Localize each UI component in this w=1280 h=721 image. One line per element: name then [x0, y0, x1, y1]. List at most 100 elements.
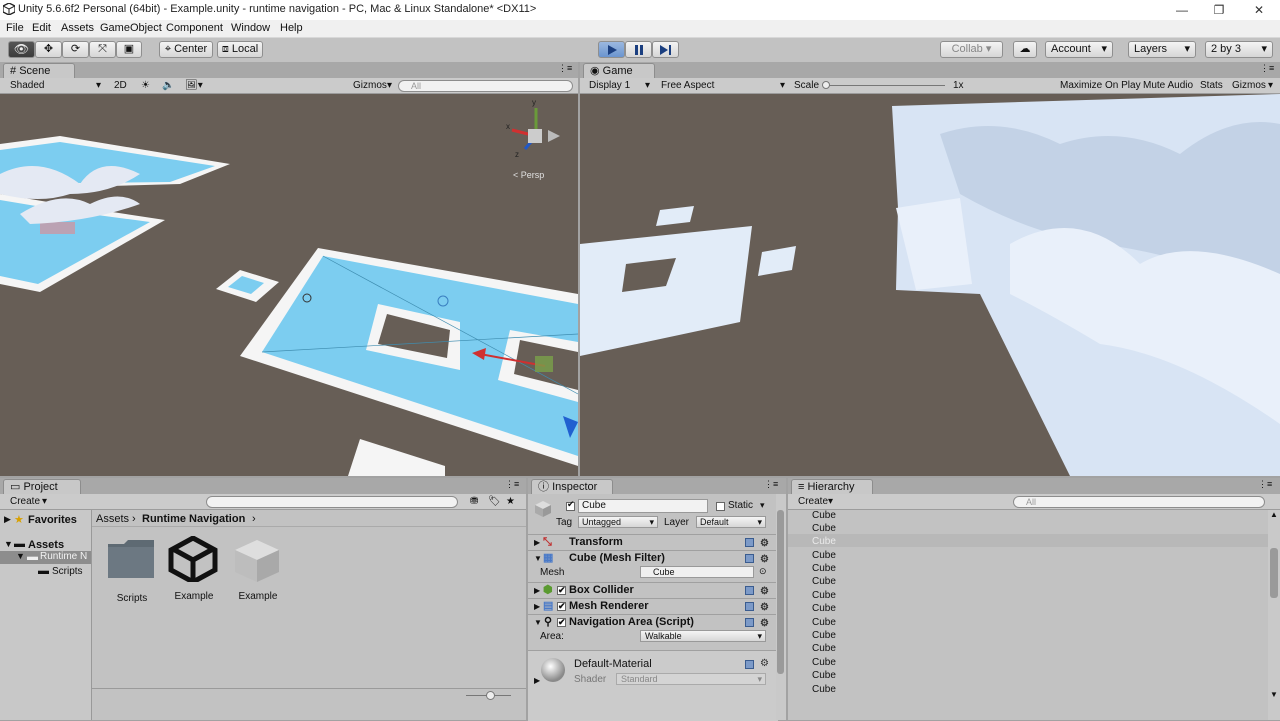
tree-scripts[interactable]: Scripts	[52, 566, 83, 577]
gear-icon[interactable]: ⚙	[760, 552, 769, 567]
reference-icon[interactable]	[745, 660, 754, 669]
favorites-label[interactable]: Favorites	[28, 514, 77, 526]
hand-tool-button[interactable]: 👁	[8, 41, 35, 58]
list-item[interactable]: Cube	[812, 603, 836, 614]
scale-tool-button[interactable]: ⤧	[89, 41, 116, 58]
reference-icon[interactable]	[745, 618, 754, 627]
list-item[interactable]: Cube	[812, 684, 836, 695]
inspector-scrollbar-thumb[interactable]	[777, 510, 784, 674]
account-dropdown[interactable]: Account ▾	[1045, 41, 1113, 58]
inspector-scrollbar[interactable]	[776, 494, 786, 720]
tab-scene[interactable]: # Scene	[3, 63, 75, 78]
rotate-tool-button[interactable]: ⟳	[62, 41, 89, 58]
tab-game[interactable]: ◉ Game	[583, 63, 655, 78]
audio-toggle-icon[interactable]: 🔈	[162, 79, 174, 92]
list-item[interactable]: Cube	[812, 523, 836, 534]
menu-gameobject[interactable]: GameObject	[100, 22, 162, 34]
reference-icon[interactable]	[745, 554, 754, 563]
mesh-renderer-header[interactable]: ▶ ▤ Mesh Renderer ⚙	[528, 598, 778, 614]
list-item[interactable]: Cube	[812, 630, 836, 641]
active-checkbox[interactable]	[566, 499, 575, 511]
gear-icon[interactable]: ⚙	[760, 616, 769, 631]
step-button[interactable]	[652, 41, 679, 58]
menu-help[interactable]: Help	[280, 22, 303, 34]
scene-gizmos-dropdown[interactable]: Gizmos	[353, 79, 387, 92]
minimize-button[interactable]: —	[1162, 2, 1202, 18]
menu-component[interactable]: Component	[166, 22, 223, 34]
hierarchy-scrollbar-thumb[interactable]	[1270, 548, 1278, 598]
scale-slider-handle[interactable]	[822, 81, 830, 89]
hierarchy-search-input[interactable]: All	[1013, 496, 1265, 508]
list-item[interactable]: Cube	[812, 643, 836, 654]
expand-arrow-icon[interactable]: ▶	[4, 514, 11, 525]
tree-assets[interactable]: Assets	[28, 539, 64, 551]
layer-dropdown[interactable]: Default ▾	[696, 516, 766, 528]
gear-icon[interactable]: ⚙	[760, 584, 769, 599]
panel-menu-icon[interactable]: ⋮≡	[558, 63, 572, 74]
panel-menu-icon[interactable]: ⋮≡	[1258, 479, 1272, 490]
list-item[interactable]: Cube	[812, 617, 836, 628]
asset-scripts-folder[interactable]: Scripts	[106, 538, 158, 604]
list-item[interactable]: Cube	[812, 590, 836, 601]
navigation-area-header[interactable]: ▼ ⚲ Navigation Area (Script) ⚙	[528, 614, 778, 630]
breadcrumb-assets[interactable]: Assets	[96, 513, 129, 525]
rect-tool-button[interactable]: ▣	[116, 41, 142, 58]
list-item[interactable]: Cube	[812, 670, 836, 681]
list-item[interactable]: Cube	[812, 657, 836, 668]
scale-slider-track[interactable]	[825, 85, 945, 86]
menu-window[interactable]: Window	[231, 22, 270, 34]
layers-dropdown[interactable]: Layers ▾	[1128, 41, 1196, 58]
mesh-field[interactable]: Cube	[640, 566, 754, 578]
hierarchy-create-button[interactable]: Create	[798, 495, 828, 508]
cloud-button[interactable]: ☁	[1013, 41, 1037, 58]
hierarchy-scrollbar[interactable]: ▲ ▼	[1268, 510, 1280, 720]
effects-dropdown-icon[interactable]: 🖼▾	[185, 79, 203, 92]
breadcrumb-current[interactable]: Runtime Navigation	[142, 513, 245, 525]
list-item-selected[interactable]: Cube	[812, 536, 836, 547]
display-dropdown[interactable]: Display 1	[589, 79, 630, 92]
panel-menu-icon[interactable]: ⋮≡	[505, 479, 519, 490]
filter-type-icon[interactable]: ⛃	[470, 495, 478, 508]
object-picker-icon[interactable]: ⊙	[759, 566, 767, 577]
panel-menu-icon[interactable]: ⋮≡	[1260, 63, 1274, 74]
scene-search-input[interactable]: All	[398, 80, 573, 92]
asset-example-prefab[interactable]: Example	[232, 536, 284, 602]
reference-icon[interactable]	[745, 602, 754, 611]
icon-size-slider-handle[interactable]	[486, 691, 495, 700]
favorite-star-icon[interactable]: ★	[506, 495, 515, 508]
pause-button[interactable]	[625, 41, 652, 58]
list-item[interactable]: Cube	[812, 576, 836, 587]
tab-hierarchy[interactable]: ≡ Hierarchy	[791, 479, 873, 494]
transform-header[interactable]: ▶ ⤡ Transform ⚙	[528, 534, 778, 550]
filter-label-icon[interactable]: 🏷	[488, 495, 501, 508]
list-item[interactable]: Cube	[812, 563, 836, 574]
shader-dropdown[interactable]: Standard ▾	[616, 673, 766, 685]
menu-edit[interactable]: Edit	[32, 22, 51, 34]
tab-project[interactable]: ▭ Project	[3, 479, 81, 494]
persp-label[interactable]: < Persp	[513, 170, 544, 180]
project-create-button[interactable]: Create	[10, 495, 40, 508]
close-button[interactable]: ✕	[1239, 2, 1279, 18]
box-collider-header[interactable]: ▶ ⬢ Box Collider ⚙	[528, 582, 778, 598]
mesh-filter-header[interactable]: ▼ ▦ Cube (Mesh Filter) ⚙	[528, 550, 778, 566]
chevron-down-icon[interactable]: ▾	[760, 500, 765, 511]
layout-dropdown[interactable]: 2 by 3 ▾	[1205, 41, 1273, 58]
play-button[interactable]	[598, 41, 625, 58]
list-item[interactable]: Cube	[812, 550, 836, 561]
shading-dropdown[interactable]: Shaded	[10, 79, 44, 92]
navigation-area-checkbox[interactable]	[557, 615, 566, 630]
scene-viewport[interactable]: y x z < Persp	[0, 94, 578, 476]
scroll-up-icon[interactable]: ▲	[1270, 510, 1278, 519]
aspect-dropdown[interactable]: Free Aspect	[661, 79, 714, 92]
2d-toggle[interactable]: 2D	[114, 79, 127, 92]
reference-icon[interactable]	[745, 538, 754, 547]
expand-arrow-icon[interactable]: ▶	[534, 676, 540, 685]
lighting-toggle-icon[interactable]: ☀	[141, 79, 150, 92]
box-collider-checkbox[interactable]	[557, 583, 566, 598]
object-name-input[interactable]: Cube	[578, 499, 708, 513]
reference-icon[interactable]	[745, 586, 754, 595]
scroll-down-icon[interactable]: ▼	[1270, 690, 1278, 699]
mesh-renderer-checkbox[interactable]	[557, 599, 566, 614]
game-gizmos-dropdown[interactable]: Gizmos	[1232, 79, 1266, 92]
game-viewport[interactable]	[580, 94, 1280, 476]
